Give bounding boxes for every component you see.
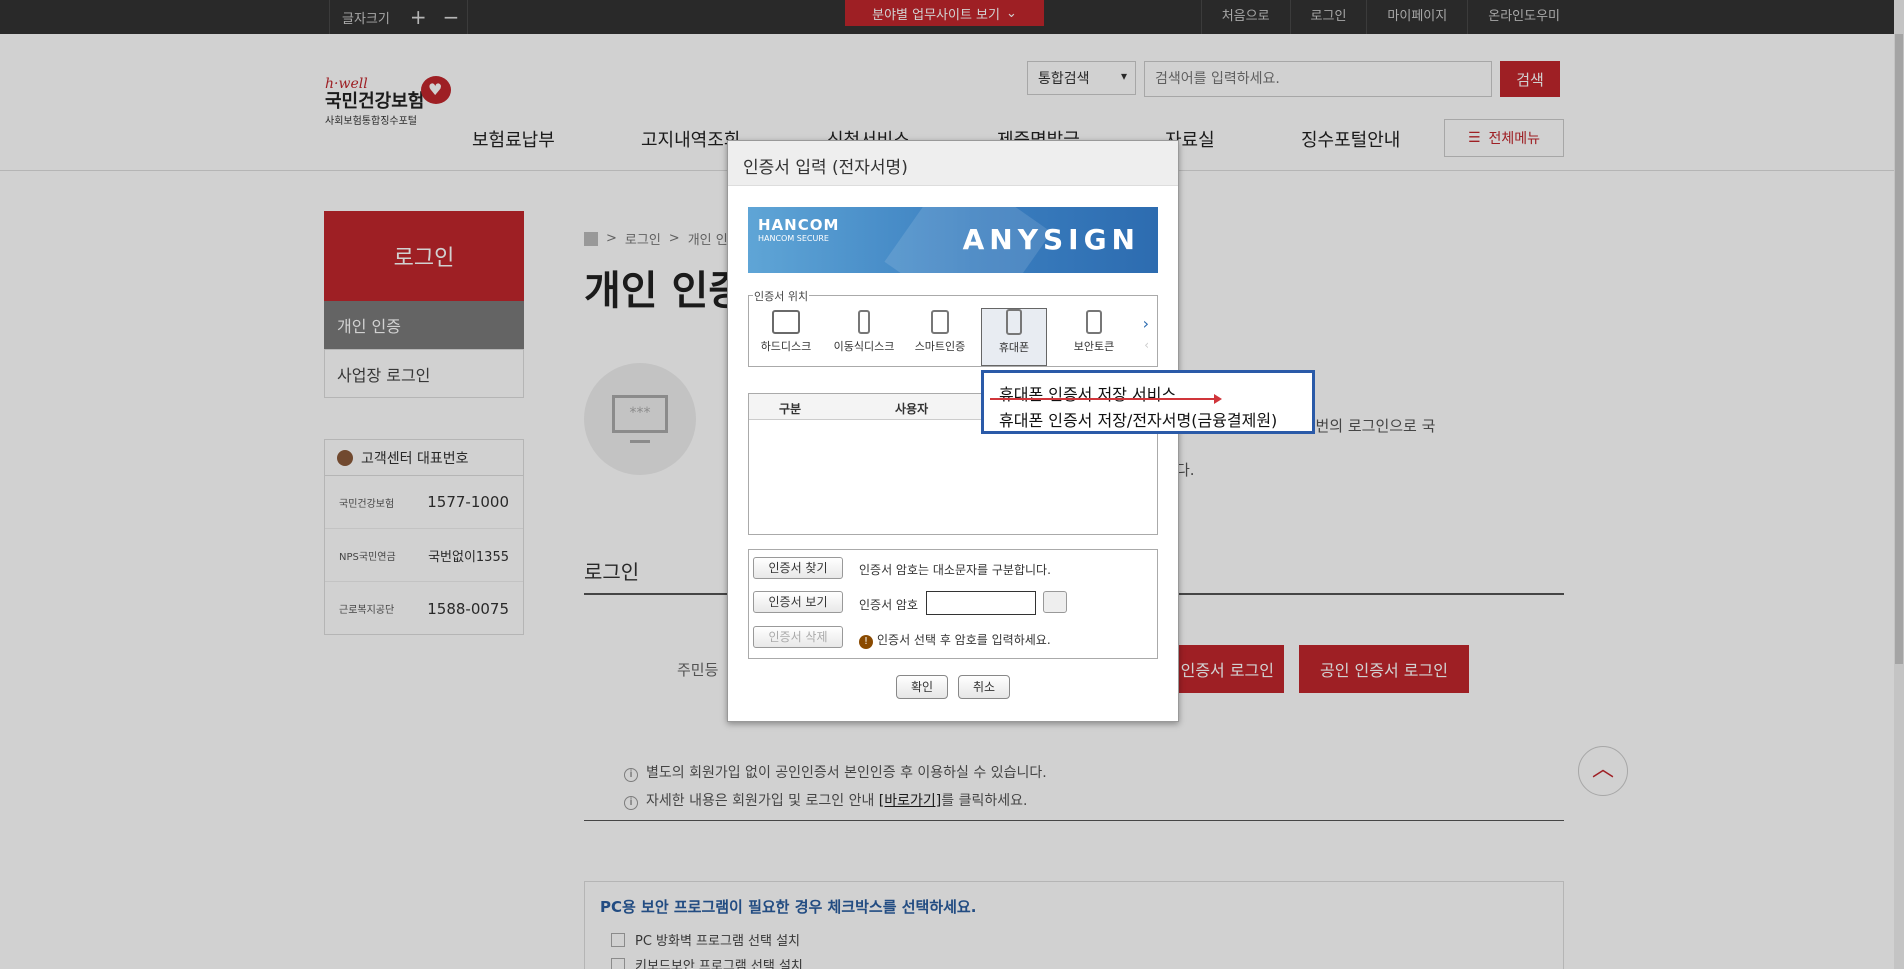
lock-icon — [1086, 310, 1102, 334]
password-label: 인증서 암호 — [859, 598, 919, 612]
cancel-button[interactable]: 취소 — [958, 675, 1010, 699]
column-type: 구분 — [779, 402, 802, 416]
anysign-logo: ANYSIGN — [962, 223, 1140, 256]
anysign-banner: HANCOM HANCOM SECURE ANYSIGN — [748, 207, 1158, 273]
hancom-secure-label: HANCOM SECURE — [758, 234, 829, 243]
cert-password-input[interactable] — [926, 591, 1036, 615]
ok-button[interactable]: 확인 — [896, 675, 948, 699]
find-cert-button[interactable]: 인증서 찾기 — [753, 557, 843, 579]
location-smart-cert[interactable]: 스마트인증 — [907, 310, 973, 366]
usb-icon — [858, 310, 870, 334]
column-user: 사용자 — [895, 402, 929, 416]
certificate-location-group: 인증서 위치 하드디스크 이동식디스크 스마트인증 휴대폰 보안토큰 › ‹ — [748, 288, 1158, 367]
chevron-right-icon[interactable]: › — [1143, 314, 1149, 333]
warning-icon: ! — [859, 635, 873, 649]
location-harddisk[interactable]: 하드디스크 — [753, 310, 819, 366]
mobile-cert-menu: 휴대폰 인증서 저장 서비스 휴대폰 인증서 저장/전자서명(금융결제원) — [981, 370, 1315, 434]
smart-cert-icon — [931, 310, 949, 334]
mobile-icon — [1006, 309, 1022, 335]
menu-item-mobile-sign[interactable]: 휴대폰 인증서 저장/전자서명(금융결제원) — [999, 407, 1277, 431]
chevron-left-icon[interactable]: ‹ — [1144, 338, 1149, 352]
dialog-title: 인증서 입력 (전자서명) — [728, 141, 1178, 186]
monitor-icon — [772, 310, 800, 334]
location-removable[interactable]: 이동식디스크 — [831, 310, 897, 366]
virtual-keyboard-icon[interactable] — [1043, 591, 1067, 613]
view-cert-button[interactable]: 인증서 보기 — [753, 591, 843, 613]
location-mobile[interactable]: 휴대폰 — [981, 308, 1047, 366]
password-hint: ! 인증서 선택 후 암호를 입력하세요. — [859, 631, 1051, 649]
location-security-token[interactable]: 보안토큰 — [1061, 310, 1127, 366]
menu-item-mobile-storage[interactable]: 휴대폰 인증서 저장 서비스 — [999, 381, 1176, 405]
delete-cert-button[interactable]: 인증서 삭제 — [753, 626, 843, 648]
hancom-logo: HANCOM — [758, 216, 840, 234]
red-arrow-annotation — [990, 394, 1222, 404]
case-sensitive-note: 인증서 암호는 대소문자를 구분합니다. — [859, 563, 1051, 577]
password-panel: 인증서 찾기 인증서 암호는 대소문자를 구분합니다. 인증서 보기 인증서 암… — [748, 549, 1158, 659]
location-legend: 인증서 위치 — [753, 288, 810, 304]
